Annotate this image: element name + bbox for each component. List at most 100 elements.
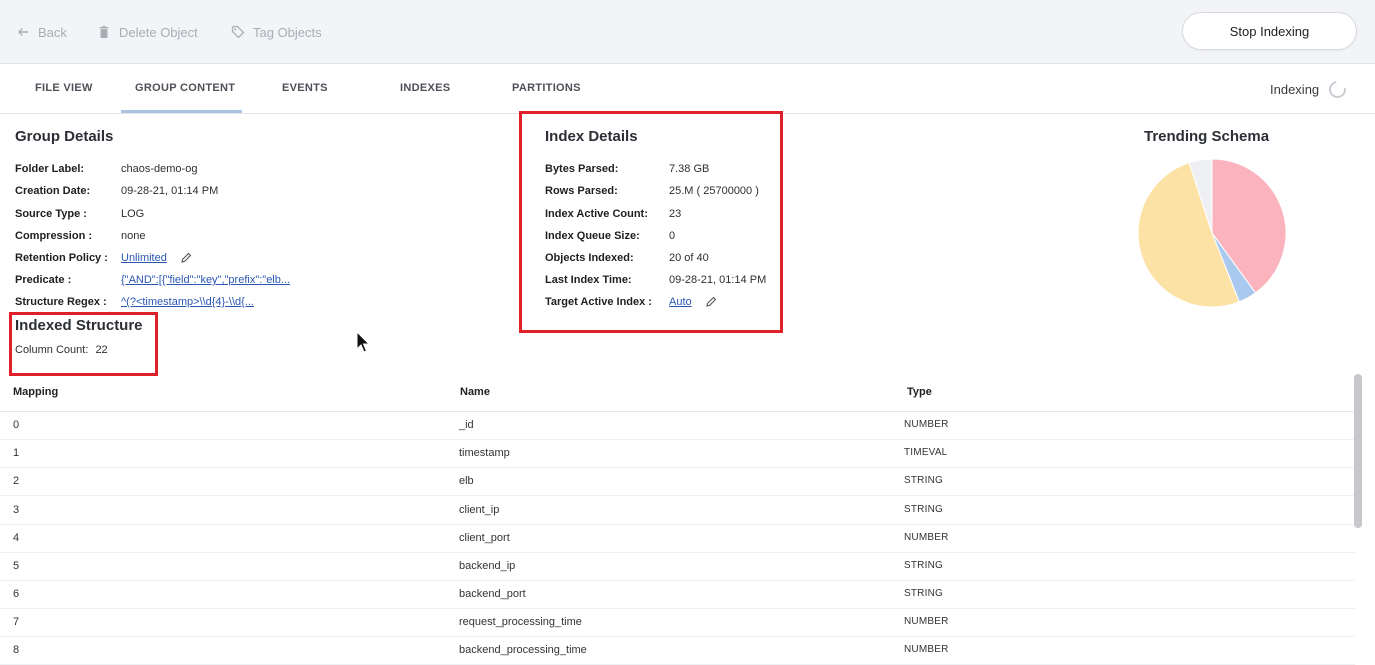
structure-regex-link[interactable]: ^(?<timestamp>\\d{4}-\\d{... [121,296,254,308]
tag-objects-button[interactable]: Tag Objects [231,22,322,42]
delete-object-button[interactable]: Delete Object [97,22,198,42]
type-cell: STRING [904,588,943,599]
retention-policy-value: Unlimited [121,250,192,266]
table-scrollbar[interactable] [1354,374,1362,528]
mapping-cell: 2 [13,475,20,487]
table-row[interactable]: 4 client_port NUMBER [0,525,1355,553]
table-row[interactable]: 3 client_ip STRING [0,497,1355,525]
edit-pencil-icon[interactable] [180,252,192,264]
indexed-structure-title: Indexed Structure [15,317,143,334]
index-details-highlight [519,111,783,333]
structure-regex-key: Structure Regex : [15,296,107,308]
type-cell: NUMBER [904,616,949,627]
folder-label-text: chaos-demo-og [121,163,198,175]
type-cell: NUMBER [904,532,949,543]
retention-policy-row: Retention Policy : [15,250,108,266]
mapping-cell: 5 [13,560,20,572]
table-row[interactable]: 1 timestamp TIMEVAL [0,440,1355,468]
creation-date-key: Creation Date: [15,185,91,197]
indexing-status-label: Indexing [1270,82,1320,97]
mapping-cell: 8 [13,644,20,656]
folder-label-key: Folder Label: [15,163,85,175]
mapping-cell: 4 [13,532,20,544]
column-count-value: 22 [95,344,108,356]
type-cell: STRING [904,475,943,486]
structure-regex-value: ^(?<timestamp>\\d{4}-\\d{... [121,294,254,310]
tab-events[interactable]: EVENTS [282,82,328,94]
delete-object-label: Delete Object [119,24,198,40]
arrow-left-icon [18,28,28,36]
tab-indexes[interactable]: INDEXES [400,82,450,94]
mapping-cell: 7 [13,616,20,628]
name-cell: backend_port [459,588,526,600]
back-label: Back [38,24,67,40]
column-count-key: Column Count: [15,344,89,356]
type-cell: STRING [904,560,943,571]
mapping-cell: 6 [13,588,20,600]
column-header-mapping[interactable]: Mapping [13,386,58,398]
mouse-cursor-icon [356,331,370,353]
trending-schema-pie-chart [1137,158,1287,308]
mapping-cell: 0 [13,419,20,431]
tab-group-content[interactable]: GROUP CONTENT [135,82,235,94]
tag-objects-label: Tag Objects [253,24,322,40]
table-row[interactable]: 5 backend_ip STRING [0,553,1355,581]
name-cell: client_port [459,532,510,544]
name-cell: elb [459,475,474,487]
indexing-status: Indexing [1270,77,1350,102]
stop-indexing-button[interactable]: Stop Indexing [1182,12,1357,50]
type-cell: STRING [904,504,943,515]
mapping-cell: 1 [13,447,20,459]
folder-label-value: chaos-demo-og [121,161,197,177]
group-details-title: Group Details [15,128,114,145]
type-cell: NUMBER [904,419,949,430]
name-cell: client_ip [459,504,500,516]
top-toolbar: Back Delete Object Tag Objects Stop Inde… [0,0,1375,64]
table-row[interactable]: 6 backend_port STRING [0,581,1355,609]
source-type-text: LOG [121,208,145,220]
table-header: Mapping Name Type [0,376,1355,412]
compression-row: Compression : [15,228,92,244]
retention-policy-link[interactable]: Unlimited [121,252,167,264]
name-cell: backend_processing_time [459,644,587,656]
name-cell: _id [459,419,474,431]
type-cell: NUMBER [904,644,949,655]
predicate-link[interactable]: {"AND":[{"field":"key","prefix":"elb... [121,274,290,286]
folder-label-row: Folder Label: [15,161,84,177]
trash-icon [99,25,109,38]
compression-text: none [121,230,146,242]
predicate-value: {"AND":[{"field":"key","prefix":"elb... [121,272,290,288]
predicate-row: Predicate : [15,272,71,288]
column-count: Column Count: 22 [15,342,108,358]
source-type-value: LOG [121,206,144,222]
spinner-icon [1325,77,1350,102]
tab-partitions[interactable]: PARTITIONS [512,82,581,94]
tag-icon [231,25,245,39]
compression-value: none [121,228,145,244]
trending-schema-title: Trending Schema [1144,128,1270,145]
structure-regex-row: Structure Regex : [15,294,107,310]
retention-policy-key: Retention Policy : [15,252,108,264]
tab-file-view[interactable]: FILE VIEW [35,82,93,94]
table-row[interactable]: 0 _id NUMBER [0,412,1355,440]
active-tab-indicator [121,110,242,113]
source-type-row: Source Type : [15,206,87,222]
source-type-key: Source Type : [15,208,87,220]
name-cell: backend_ip [459,560,516,572]
table-row[interactable]: 7 request_processing_time NUMBER [0,609,1355,637]
predicate-key: Predicate : [15,274,72,286]
creation-date-value: 09-28-21, 01:14 PM [121,183,218,199]
mapping-cell: 3 [13,504,20,516]
column-header-name[interactable]: Name [460,386,490,398]
tab-bar: FILE VIEW GROUP CONTENT EVENTS INDEXES P… [0,64,1375,114]
type-cell: TIMEVAL [904,447,948,458]
name-cell: request_processing_time [459,616,582,628]
column-header-type[interactable]: Type [907,386,932,398]
compression-key: Compression : [15,230,93,242]
table-row[interactable]: 8 backend_processing_time NUMBER [0,637,1355,665]
creation-date-row: Creation Date: [15,183,90,199]
name-cell: timestamp [459,447,510,459]
creation-date-text: 09-28-21, 01:14 PM [121,185,219,197]
back-button[interactable]: Back [16,22,67,42]
table-row[interactable]: 2 elb STRING [0,468,1355,496]
